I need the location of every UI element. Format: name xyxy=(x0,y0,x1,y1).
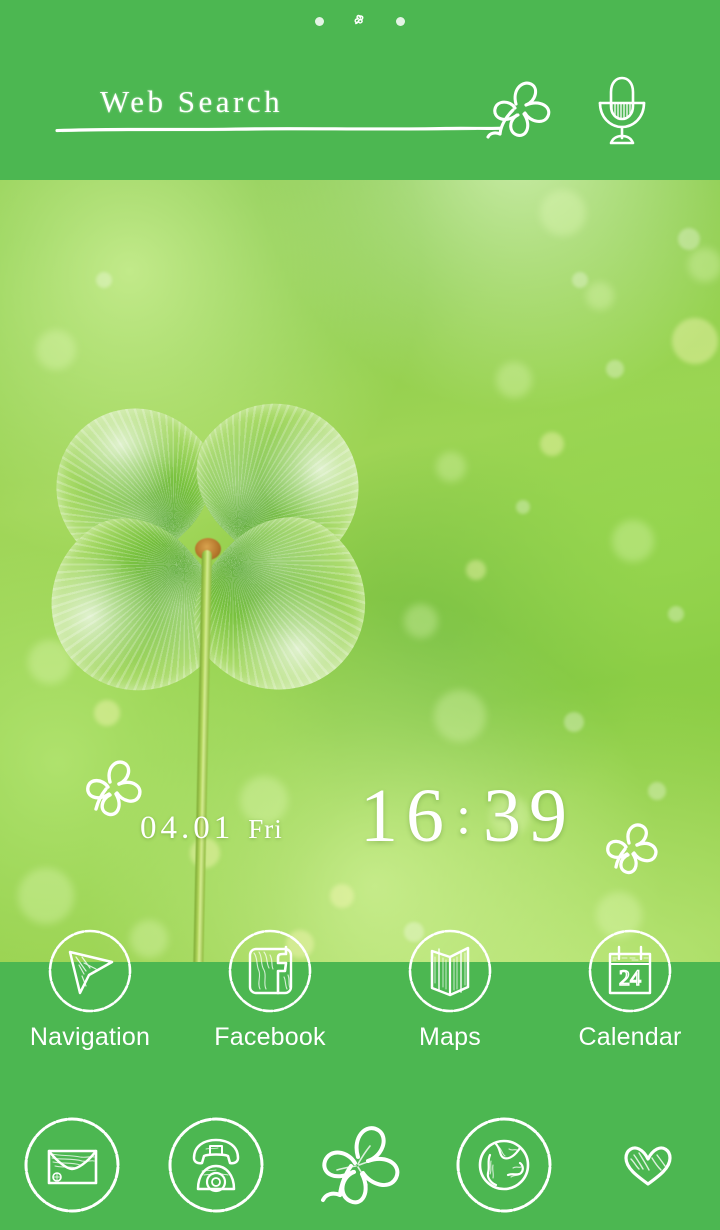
page-indicator xyxy=(0,12,720,30)
microphone-icon xyxy=(598,76,646,145)
page-dot-3[interactable] xyxy=(396,16,405,26)
app-item-facebook[interactable]: Facebook xyxy=(180,927,360,1052)
dock-item-app-drawer[interactable] xyxy=(288,1113,432,1217)
calendar-icon: 24 xyxy=(588,929,672,1013)
dock-item-browser[interactable] xyxy=(432,1113,576,1217)
search-input[interactable]: Web Search xyxy=(100,84,283,120)
clock-date-value: 04.01 xyxy=(140,810,235,846)
dock xyxy=(0,1110,720,1220)
telephone-icon xyxy=(168,1117,264,1213)
app-item-navigation[interactable]: Navigation xyxy=(0,927,180,1052)
header-bar: Web Search xyxy=(0,0,720,180)
dock-item-phone[interactable] xyxy=(144,1113,288,1217)
app-item-calendar[interactable]: 24 Calendar xyxy=(540,927,720,1052)
clock-decoration-right-clover-icon xyxy=(606,823,658,875)
envelope-icon xyxy=(24,1117,120,1213)
search-bar[interactable]: Web Search xyxy=(55,78,556,140)
clover-icon xyxy=(321,1126,400,1205)
app-label-navigation: Navigation xyxy=(29,1023,151,1051)
search-decoration-clover-icon xyxy=(486,81,551,139)
app-label-maps: Maps xyxy=(419,1023,481,1051)
globe-icon xyxy=(456,1117,552,1213)
dock-item-favorites[interactable] xyxy=(576,1138,720,1192)
app-label-facebook: Facebook xyxy=(214,1023,326,1051)
clover-photo xyxy=(15,368,403,981)
page-dot-active-clover-icon[interactable] xyxy=(350,12,370,30)
folded-map-icon xyxy=(408,929,492,1013)
navigation-icon-circle xyxy=(46,927,134,1015)
voice-search-button[interactable] xyxy=(586,70,658,150)
heart-icon xyxy=(624,1146,672,1186)
calendar-icon-circle: 24 xyxy=(586,927,674,1015)
app-item-maps[interactable]: Maps xyxy=(360,927,540,1052)
clock-widget[interactable]: 04.01 Fri 16:39 xyxy=(0,740,720,880)
facebook-icon xyxy=(228,929,312,1013)
page-dot-1[interactable] xyxy=(315,16,324,26)
facebook-icon-circle xyxy=(226,927,314,1015)
clock-weekday: Fri xyxy=(248,814,283,844)
clock-minutes: 39 xyxy=(483,774,576,858)
dock-item-mail[interactable] xyxy=(0,1113,144,1217)
app-row: Navigation Facebook Maps 24 Calendar xyxy=(0,927,720,1052)
maps-icon-circle xyxy=(406,927,494,1015)
navigation-arrow-icon xyxy=(48,929,132,1013)
app-label-calendar: Calendar xyxy=(578,1023,682,1051)
clock-hours: 16 xyxy=(360,774,452,858)
home-screen: Web Search 04.01 Fri 16:39 Navigation Fa… xyxy=(0,0,720,1230)
clock-decoration-left-clover-icon xyxy=(86,760,142,817)
clock-time: 16:39 xyxy=(360,778,575,854)
clock-date: 04.01 Fri xyxy=(140,810,283,847)
clock-separator: : xyxy=(456,785,480,845)
search-underline xyxy=(55,126,503,133)
calendar-badge-date: 24 xyxy=(619,965,641,990)
